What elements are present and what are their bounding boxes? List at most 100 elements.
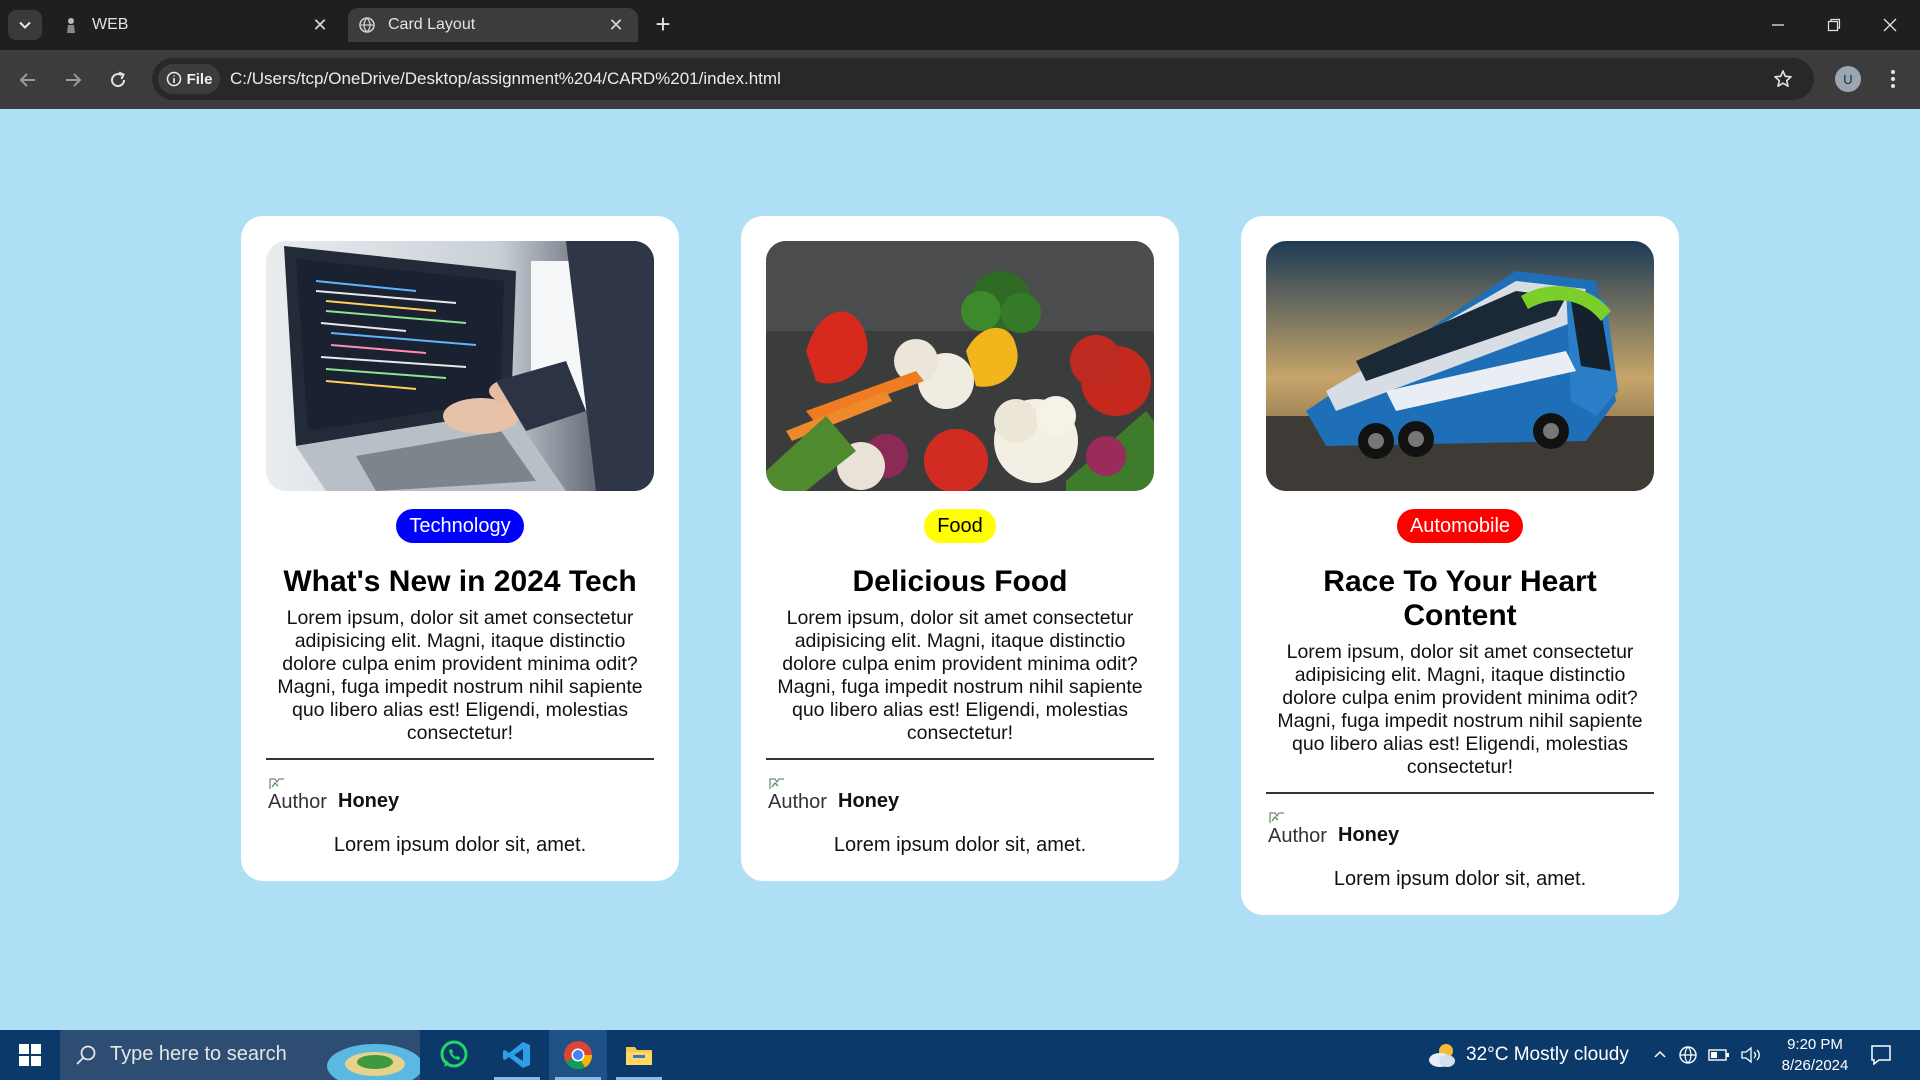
star-icon bbox=[1774, 70, 1792, 87]
author-row: Author Honey bbox=[1266, 810, 1654, 848]
globe-icon bbox=[358, 16, 376, 34]
card-food: Food Delicious Food Lorem ipsum, dolor s… bbox=[741, 216, 1179, 881]
category-badge: Food bbox=[924, 509, 996, 543]
tab-search-button[interactable] bbox=[8, 10, 42, 40]
tab-strip: WEB ✕ Card Layout ✕ + bbox=[0, 0, 1920, 50]
minimize-icon bbox=[1772, 24, 1784, 26]
author-row: Author Honey bbox=[766, 776, 1154, 814]
file-explorer-icon bbox=[626, 1047, 652, 1065]
author-avatar-broken: Author bbox=[1266, 810, 1328, 848]
laptop-image bbox=[266, 241, 654, 491]
card-title: Race To Your Heart Content bbox=[1323, 565, 1597, 632]
author-avatar-broken: Author bbox=[766, 776, 828, 814]
author-avatar-broken: Author bbox=[266, 776, 328, 814]
close-icon bbox=[1883, 18, 1897, 32]
taskbar-chrome[interactable] bbox=[549, 1030, 607, 1080]
category-badge: Technology bbox=[396, 509, 524, 543]
url-text[interactable]: C:/Users/tcp/OneDrive/Desktop/assignment… bbox=[230, 69, 781, 89]
new-tab-button[interactable]: + bbox=[650, 11, 676, 38]
author-name: Honey bbox=[1338, 824, 1400, 846]
broken-image-icon bbox=[269, 778, 284, 789]
chrome-icon bbox=[564, 1041, 593, 1070]
taskbar-search[interactable]: Type here to search bbox=[60, 1030, 420, 1080]
card-title: Delicious Food bbox=[852, 565, 1068, 598]
author-alt-text: Author bbox=[268, 791, 327, 813]
tab-title: WEB bbox=[92, 16, 129, 33]
clock-date: 8/26/2024 bbox=[1781, 1057, 1849, 1074]
weather-widget[interactable]: 32°C Mostly cloudy bbox=[1426, 1030, 1629, 1080]
taskbar: Type here to search 32°C Mostly cloudy 9… bbox=[0, 1030, 1920, 1080]
more-vertical-icon bbox=[1891, 70, 1895, 88]
restore-icon bbox=[1827, 18, 1841, 32]
chip-label: File bbox=[186, 70, 213, 88]
clock[interactable]: 9:20 PM 8/26/2024 bbox=[1770, 1034, 1860, 1076]
card-meta: Lorem ipsum dolor sit, amet. bbox=[1333, 868, 1587, 890]
close-icon[interactable]: ✕ bbox=[606, 15, 626, 35]
figure-icon bbox=[62, 16, 80, 34]
site-info-chip[interactable]: File bbox=[158, 64, 220, 94]
forward-button[interactable] bbox=[57, 64, 89, 96]
address-bar[interactable]: File C:/Users/tcp/OneDrive/Desktop/assig… bbox=[152, 58, 1814, 100]
windows-icon bbox=[19, 1044, 41, 1066]
volume-icon[interactable] bbox=[1740, 1046, 1762, 1064]
notification-icon bbox=[1871, 1045, 1891, 1066]
card-text: Lorem ipsum, dolor sit amet consectetur … bbox=[277, 607, 643, 744]
card-technology: Technology What's New in 2024 Tech Lorem… bbox=[241, 216, 679, 881]
back-button[interactable] bbox=[12, 64, 44, 96]
author-alt-text: Author bbox=[1268, 825, 1327, 847]
reload-icon bbox=[111, 71, 126, 88]
browser-toolbar: File C:/Users/tcp/OneDrive/Desktop/assig… bbox=[0, 50, 1920, 109]
arrow-right-icon bbox=[66, 73, 82, 87]
divider bbox=[1266, 792, 1654, 794]
taskbar-vscode[interactable] bbox=[488, 1030, 546, 1080]
card-image bbox=[766, 241, 1154, 491]
card-meta: Lorem ipsum dolor sit, amet. bbox=[333, 834, 587, 856]
info-icon bbox=[166, 71, 181, 87]
card-automobile: Automobile Race To Your Heart Content Lo… bbox=[1241, 216, 1679, 915]
tab-title: Card Layout bbox=[388, 16, 476, 33]
card-text: Lorem ipsum, dolor sit amet consectetur … bbox=[1277, 641, 1643, 778]
author-name: Honey bbox=[838, 790, 900, 812]
vegetables-image bbox=[766, 241, 1154, 491]
arrow-left-icon bbox=[19, 73, 35, 87]
close-window-button[interactable] bbox=[1862, 0, 1918, 50]
clock-time: 9:20 PM bbox=[1787, 1036, 1843, 1053]
notifications-button[interactable] bbox=[1866, 1040, 1896, 1070]
avatar[interactable]: U bbox=[1835, 66, 1861, 92]
weather-text: 32°C Mostly cloudy bbox=[1466, 1044, 1629, 1065]
bus-image bbox=[1266, 241, 1654, 491]
card-meta: Lorem ipsum dolor sit, amet. bbox=[833, 834, 1087, 856]
author-row: Author Honey bbox=[266, 776, 654, 814]
divider bbox=[266, 758, 654, 760]
system-tray bbox=[1652, 1030, 1762, 1080]
author-name: Honey bbox=[338, 790, 400, 812]
island-illustration-icon bbox=[327, 1044, 420, 1080]
menu-button[interactable] bbox=[1880, 66, 1906, 92]
close-icon[interactable]: ✕ bbox=[310, 15, 330, 35]
chevron-up-icon[interactable] bbox=[1652, 1047, 1668, 1063]
tab-web[interactable]: WEB ✕ bbox=[52, 8, 342, 42]
search-placeholder: Type here to search bbox=[110, 1043, 287, 1065]
battery-icon[interactable] bbox=[1708, 1048, 1730, 1062]
taskbar-file-explorer[interactable] bbox=[610, 1030, 668, 1080]
restore-button[interactable] bbox=[1806, 0, 1862, 50]
tab-card-layout[interactable]: Card Layout ✕ bbox=[348, 8, 638, 42]
start-button[interactable] bbox=[0, 1030, 60, 1080]
bookmark-button[interactable] bbox=[1770, 66, 1796, 92]
reload-button[interactable] bbox=[102, 64, 134, 96]
broken-image-icon bbox=[1269, 812, 1284, 823]
globe-icon[interactable] bbox=[1678, 1045, 1698, 1065]
card-image bbox=[1266, 241, 1654, 491]
card-title: What's New in 2024 Tech bbox=[283, 565, 637, 598]
card-text: Lorem ipsum, dolor sit amet consectetur … bbox=[777, 607, 1143, 744]
author-alt-text: Author bbox=[768, 791, 827, 813]
card-image bbox=[266, 241, 654, 491]
category-badge: Automobile bbox=[1396, 509, 1524, 543]
divider bbox=[766, 758, 1154, 760]
minimize-button[interactable] bbox=[1750, 0, 1806, 50]
chevron-down-icon bbox=[19, 21, 31, 29]
taskbar-whatsapp[interactable] bbox=[425, 1030, 483, 1080]
search-icon bbox=[76, 1045, 96, 1065]
broken-image-icon bbox=[769, 778, 784, 789]
vscode-icon bbox=[503, 1042, 530, 1068]
